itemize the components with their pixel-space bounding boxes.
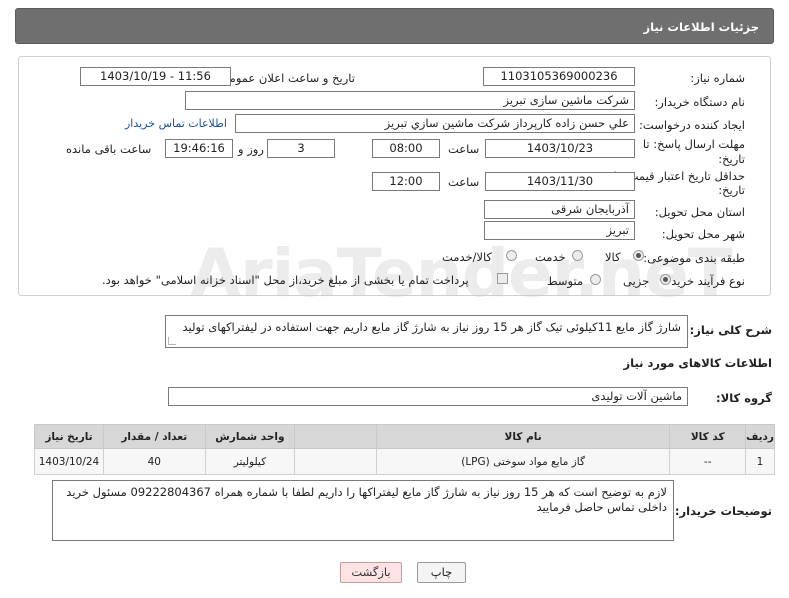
need-number-field: 1103105369000236 — [483, 67, 635, 86]
purchase-type-option-minor: جزیی — [623, 274, 650, 288]
treasury-note: پرداخت تمام یا بخشی از مبلغ خرید،از محل … — [102, 273, 469, 287]
reply-deadline-days-field: 3 — [267, 139, 335, 158]
purchase-type-option-medium: متوسط — [547, 274, 584, 288]
cell-unit: کیلولیتر — [204, 448, 296, 475]
cell-item-name: گاز مایع مواد سوختی (LPG) — [375, 448, 671, 475]
col-unit-count — [294, 424, 377, 449]
page-title: جزئیات اطلاعات نیاز — [643, 20, 759, 34]
announce-datetime-label: تاریخ و ساعت اعلان عمومی: — [216, 71, 355, 85]
goods-group-label: گروه کالا: — [716, 391, 772, 405]
cell-row: 1 — [745, 448, 775, 475]
price-validity-time-field: 12:00 — [372, 172, 440, 191]
creator-field: علي حسن زاده كارپرداز شركت ماشين سازي تب… — [235, 114, 635, 133]
col-item-name: نام کالا — [375, 424, 671, 449]
goods-table: تاریخ نیاز تعداد / مقدار واحد شمارش نام … — [34, 424, 775, 475]
category-radio-service[interactable] — [572, 250, 583, 261]
category-radio-goods-service[interactable] — [506, 250, 517, 261]
announce-datetime-field: 1403/10/19 - 11:56 — [80, 67, 231, 86]
category-option-service: خدمت — [535, 250, 566, 264]
need-number-label: شماره نیاز: — [690, 71, 745, 85]
creator-label: ایجاد کننده درخواست: — [639, 118, 745, 132]
resize-grip-icon — [168, 337, 176, 345]
reply-deadline-date-label: تاریخ: — [718, 152, 745, 166]
category-radio-goods[interactable] — [633, 250, 644, 261]
delivery-province-field: آذربایجان شرقی — [484, 200, 635, 219]
purchase-type-radio-minor[interactable] — [660, 274, 671, 285]
buyer-notes-label: توضیحات خریدار: — [674, 504, 772, 518]
cell-need-date: 1403/10/24 — [34, 448, 104, 475]
col-item-code: کد کالا — [669, 424, 747, 449]
cell-quantity: 40 — [102, 448, 206, 475]
remaining-time-label: ساعت باقی مانده — [66, 142, 152, 156]
buyer-notes-text: لازم به توضیح است که هر 15 روز نیاز به ش… — [66, 485, 667, 514]
buyer-org-label: نام دستگاه خریدار: — [654, 95, 745, 109]
col-unit: واحد شمارش — [204, 424, 296, 449]
days-label: روز و — [238, 142, 264, 156]
goods-table-header: تاریخ نیاز تعداد / مقدار واحد شمارش نام … — [34, 424, 775, 449]
table-row: 1403/10/24 40 کیلولیتر گاز مایع مواد سوخ… — [34, 448, 775, 475]
remaining-time-field: 19:46:16 — [165, 139, 233, 158]
price-validity-date-field: 1403/11/30 — [485, 172, 635, 191]
reply-deadline-time-field: 08:00 — [372, 139, 440, 158]
category-option-goods-service: کالا/خدمت — [442, 250, 493, 264]
col-quantity: تعداد / مقدار — [102, 424, 206, 449]
price-validity-time-label: ساعت — [448, 175, 480, 189]
delivery-city-label: شهر محل تحویل: — [661, 227, 745, 241]
cell-item-code: -- — [669, 448, 747, 475]
goods-section-title: اطلاعات کالاهای مورد نیاز — [623, 356, 772, 370]
reply-deadline-time-label: ساعت — [448, 142, 480, 156]
delivery-province-label: استان محل تحویل: — [654, 205, 745, 219]
purchase-type-label: نوع فرآیند خرید : — [663, 274, 745, 288]
col-row: ردیف — [745, 424, 775, 449]
summary-textarea: شارژ گاز مایع 11کیلوئی تیک گاز هر 15 روز… — [165, 315, 688, 348]
treasury-checkbox[interactable] — [497, 273, 508, 284]
page-header: جزئیات اطلاعات نیاز — [15, 8, 774, 44]
buyer-notes-textarea: لازم به توضیح است که هر 15 روز نیاز به ش… — [52, 480, 674, 541]
goods-group-field: ماشین آلات تولیدی — [168, 387, 688, 406]
purchase-type-radio-medium[interactable] — [590, 274, 601, 285]
price-validity-date-label: تاریخ: — [718, 183, 745, 197]
reply-deadline-label: مهلت ارسال پاسخ: تا — [642, 137, 745, 151]
category-label: طبقه بندی موضوعی: — [643, 251, 745, 265]
delivery-city-field: تبریز — [484, 221, 635, 240]
buyer-contact-link[interactable]: اطلاعات تماس خریدار — [125, 117, 227, 130]
print-button[interactable]: چاپ — [417, 562, 466, 583]
category-option-goods: کالا — [605, 250, 621, 264]
col-need-date: تاریخ نیاز — [34, 424, 104, 449]
reply-deadline-date-field: 1403/10/23 — [485, 139, 635, 158]
back-button[interactable]: بازگشت — [340, 562, 402, 583]
cell-unit-count — [294, 448, 377, 475]
summary-label: شرح کلی نیاز: — [689, 323, 772, 337]
buyer-org-field: شرکت ماشین سازی تبریز — [185, 91, 635, 110]
summary-text: شارژ گاز مایع 11کیلوئی تیک گاز هر 15 روز… — [182, 320, 681, 334]
